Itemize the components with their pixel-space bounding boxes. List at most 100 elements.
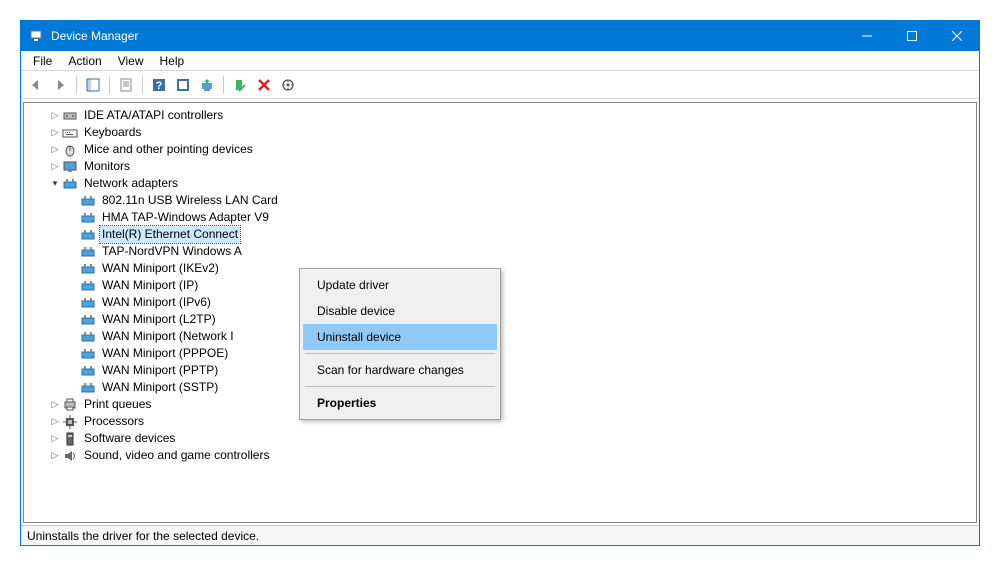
app-icon [29, 28, 45, 44]
win-controls [844, 21, 979, 51]
tree-label: WAN Miniport (PPTP) [100, 362, 220, 379]
expand-icon[interactable]: ▷ [48, 447, 62, 464]
ctx-update-driver[interactable]: Update driver [303, 272, 497, 298]
show-hide-tree-button[interactable] [82, 74, 104, 96]
tree-label: WAN Miniport (IKEv2) [100, 260, 221, 277]
network-adapter-icon [80, 227, 96, 243]
tree-label: WAN Miniport (Network I [100, 328, 236, 345]
ctx-uninstall-device[interactable]: Uninstall device [303, 324, 497, 350]
controller-icon [62, 108, 78, 124]
tree-item-net-intel[interactable]: Intel(R) Ethernet Connect [24, 226, 976, 243]
toolbar-separator [142, 76, 143, 94]
tree-label: IDE ATA/ATAPI controllers [82, 107, 225, 124]
network-adapter-icon [80, 346, 96, 362]
minimize-button[interactable] [844, 21, 889, 51]
expand-icon[interactable]: ▷ [48, 124, 62, 141]
tree-item-net-hma[interactable]: HMA TAP-Windows Adapter V9 [24, 209, 976, 226]
back-button[interactable] [25, 74, 47, 96]
window-title: Device Manager [51, 29, 844, 43]
help-button[interactable]: ? [148, 74, 170, 96]
tree-label: WAN Miniport (SSTP) [100, 379, 220, 396]
network-adapter-icon [80, 193, 96, 209]
network-adapter-icon [80, 363, 96, 379]
keyboard-icon [62, 125, 78, 141]
menu-file[interactable]: File [25, 53, 60, 69]
tree-item-sound[interactable]: ▷ Sound, video and game controllers [24, 447, 976, 464]
tree-item-net-nordvpn[interactable]: TAP-NordVPN Windows A [24, 243, 976, 260]
printer-icon [62, 397, 78, 413]
tree-label: Mice and other pointing devices [82, 141, 255, 158]
network-adapter-icon [80, 312, 96, 328]
tree-label: Monitors [82, 158, 132, 175]
network-adapter-icon [80, 278, 96, 294]
expand-icon[interactable]: ▷ [48, 107, 62, 124]
uninstall-device-button[interactable] [253, 74, 275, 96]
svg-text:?: ? [156, 80, 163, 92]
network-adapter-icon [80, 261, 96, 277]
tree-label: WAN Miniport (PPPOE) [100, 345, 230, 362]
toolbar-separator [76, 76, 77, 94]
tree-item-mice[interactable]: ▷ Mice and other pointing devices [24, 141, 976, 158]
forward-button[interactable] [49, 74, 71, 96]
update-driver-button[interactable] [196, 74, 218, 96]
expand-icon[interactable]: ▷ [48, 396, 62, 413]
tree-item-software[interactable]: ▷ Software devices [24, 430, 976, 447]
status-text: Uninstalls the driver for the selected d… [27, 529, 259, 543]
software-icon [62, 431, 78, 447]
context-menu: Update driver Disable device Uninstall d… [299, 268, 501, 420]
status-bar: Uninstalls the driver for the selected d… [21, 525, 979, 545]
tree-item-ide[interactable]: ▷ IDE ATA/ATAPI controllers [24, 107, 976, 124]
network-adapter-icon [80, 210, 96, 226]
ctx-separator [305, 353, 495, 354]
action-icon-button[interactable] [172, 74, 194, 96]
toolbar-separator [109, 76, 110, 94]
tree-label: WAN Miniport (IPv6) [100, 294, 213, 311]
tree-label: WAN Miniport (IP) [100, 277, 200, 294]
properties-button[interactable] [115, 74, 137, 96]
ctx-scan-hardware[interactable]: Scan for hardware changes [303, 357, 497, 383]
tree-label: HMA TAP-Windows Adapter V9 [100, 209, 271, 226]
expand-icon[interactable]: ▷ [48, 413, 62, 430]
tree-item-monitors[interactable]: ▷ Monitors [24, 158, 976, 175]
tree-item-keyboards[interactable]: ▷ Keyboards [24, 124, 976, 141]
collapse-icon[interactable]: ▾ [48, 175, 62, 192]
ctx-properties[interactable]: Properties [303, 390, 497, 416]
network-adapter-icon [80, 244, 96, 260]
tree-label: Keyboards [82, 124, 143, 141]
toolbar: ? [21, 71, 979, 99]
mouse-icon [62, 142, 78, 158]
expand-icon[interactable]: ▷ [48, 141, 62, 158]
tree-label: TAP-NordVPN Windows A [100, 243, 244, 260]
close-button[interactable] [934, 21, 979, 51]
toolbar-separator [223, 76, 224, 94]
menu-action[interactable]: Action [60, 53, 109, 69]
tree-label: Sound, video and game controllers [82, 447, 271, 464]
tree-item-net-wifi[interactable]: 802.11n USB Wireless LAN Card [24, 192, 976, 209]
network-icon [62, 176, 78, 192]
tree-label: Intel(R) Ethernet Connect [100, 226, 240, 243]
cpu-icon [62, 414, 78, 430]
titlebar[interactable]: Device Manager [21, 21, 979, 51]
tree-label: Network adapters [82, 175, 180, 192]
menubar: File Action View Help [21, 51, 979, 71]
network-adapter-icon [80, 380, 96, 396]
maximize-button[interactable] [889, 21, 934, 51]
menu-help[interactable]: Help [152, 53, 193, 69]
tree-label: 802.11n USB Wireless LAN Card [100, 192, 280, 209]
speaker-icon [62, 448, 78, 464]
menu-view[interactable]: View [110, 53, 152, 69]
device-manager-window: Device Manager File Action View Help [20, 20, 980, 546]
tree-item-network[interactable]: ▾ Network adapters [24, 175, 976, 192]
ctx-separator [305, 386, 495, 387]
tree-label: WAN Miniport (L2TP) [100, 311, 218, 328]
tree-label: Print queues [82, 396, 153, 413]
scan-hardware-button[interactable] [277, 74, 299, 96]
tree-label: Software devices [82, 430, 177, 447]
expand-icon[interactable]: ▷ [48, 430, 62, 447]
expand-icon[interactable]: ▷ [48, 158, 62, 175]
ctx-disable-device[interactable]: Disable device [303, 298, 497, 324]
network-adapter-icon [80, 295, 96, 311]
tree-label: Processors [82, 413, 146, 430]
network-adapter-icon [80, 329, 96, 345]
enable-device-button[interactable] [229, 74, 251, 96]
